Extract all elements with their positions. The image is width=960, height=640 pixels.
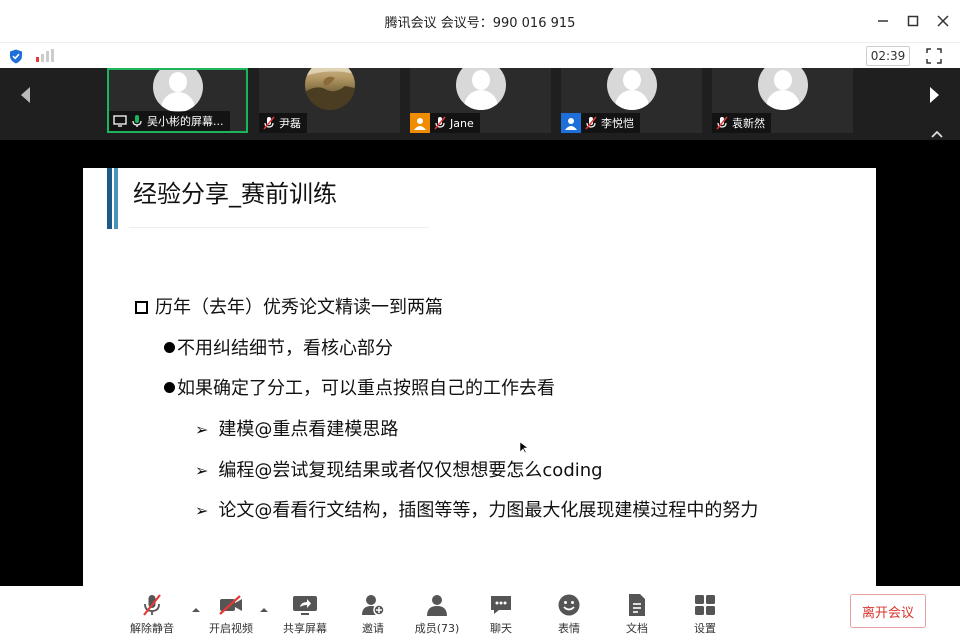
slide-bullet: 不用纠结细节，看核心部分 <box>164 334 393 360</box>
avatar <box>757 68 808 110</box>
fullscreen-icon <box>926 48 942 64</box>
mic-muted-icon <box>434 116 446 130</box>
slide-bullet: 如果确定了分工，可以重点按照自己的工作去看 <box>164 374 555 400</box>
caret-up-icon <box>260 608 268 612</box>
invite-label: 邀请 <box>362 622 384 635</box>
meeting-window: 腾讯会议 会议号：990 016 915 02:39 吴小彬的屏幕... 尹磊 … <box>0 0 960 640</box>
close-button[interactable] <box>934 12 952 30</box>
avatar <box>455 68 506 110</box>
participant-name: 李悦恺 <box>601 117 634 130</box>
slide-bullet: ➢ 编程@尝试复现结果或者仅仅想想要怎么coding <box>195 460 603 481</box>
grid-settings-icon <box>695 595 715 615</box>
members-label: 成员(73) <box>414 622 460 635</box>
meeting-toolbar: 解除静音 开启视频 共享屏幕 邀请 成员(73) 聊天 表情 文档 设置 离开会… <box>0 586 960 640</box>
members-button[interactable]: 成员(73) <box>407 592 467 636</box>
slide-bullet: ➢ 建模@重点看建模思路 <box>195 419 399 440</box>
minimize-button[interactable] <box>874 12 892 30</box>
documents-label: 文档 <box>626 622 648 635</box>
mic-muted-icon <box>716 116 728 130</box>
network-signal-icon[interactable] <box>36 49 54 62</box>
share-screen-button[interactable]: 共享屏幕 <box>275 592 335 636</box>
video-options-caret[interactable] <box>259 600 269 612</box>
slide-bullet: 历年（去年）优秀论文精读一到两篇 <box>135 293 443 319</box>
square-bullet-icon <box>135 301 148 314</box>
settings-button[interactable]: 设置 <box>675 592 735 636</box>
avatar <box>152 70 203 112</box>
shared-slide: 经验分享_赛前训练 历年（去年）优秀论文精读一到两篇 不用纠结细节，看核心部分 … <box>83 168 876 586</box>
chevron-right-icon <box>930 87 939 103</box>
participant-label: 李悦恺 <box>561 113 640 133</box>
avatar <box>606 68 657 110</box>
title-bar: 腾讯会议 会议号：990 016 915 <box>0 0 960 42</box>
share-screen-icon <box>293 596 317 615</box>
participant-tile[interactable]: 吴小彬的屏幕... <box>107 68 248 133</box>
start-video-label: 开启视频 <box>209 622 253 635</box>
reactions-label: 表情 <box>558 622 580 635</box>
participant-tile[interactable]: 尹磊 <box>259 68 400 133</box>
chat-label: 聊天 <box>490 622 512 635</box>
arrow-bullet-icon: ➢ <box>195 501 209 520</box>
document-icon <box>629 594 645 616</box>
mic-muted-icon <box>263 116 275 130</box>
participant-name: 尹磊 <box>279 117 301 130</box>
chat-button[interactable]: 聊天 <box>471 592 531 636</box>
meeting-info-bar: 02:39 <box>0 42 960 68</box>
maximize-icon <box>907 15 919 27</box>
window-title: 腾讯会议 会议号：990 016 915 <box>384 16 576 31</box>
dot-bullet-icon <box>164 342 175 353</box>
participant-label: 吴小彬的屏幕... <box>109 111 230 131</box>
minimize-icon <box>878 20 888 22</box>
strip-prev-button[interactable] <box>10 80 40 110</box>
participant-video-strip: 吴小彬的屏幕... 尹磊 Jane 李悦恺 袁新然 <box>0 68 960 140</box>
arrow-bullet-icon: ➢ <box>195 461 209 480</box>
fullscreen-button[interactable] <box>926 48 942 68</box>
shared-screen-area: 经验分享_赛前训练 历年（去年）优秀论文精读一到两篇 不用纠结细节，看核心部分 … <box>0 140 960 586</box>
start-video-button[interactable]: 开启视频 <box>201 592 261 636</box>
slide-bullet: ➢ 论文@看看行文结构，插图等等，力图最大化展现建模过程中的努力 <box>195 500 759 521</box>
participant-tile[interactable]: Jane <box>410 68 551 133</box>
meeting-timer: 02:39 <box>866 46 910 66</box>
chevron-left-icon <box>21 87 30 103</box>
dot-bullet-icon <box>164 382 175 393</box>
reactions-button[interactable]: 表情 <box>539 592 599 636</box>
user-badge-icon <box>561 113 581 133</box>
participant-name: 吴小彬的屏幕... <box>147 115 224 128</box>
smiley-icon <box>558 594 580 616</box>
invite-user-icon <box>362 595 385 616</box>
participant-label: Jane <box>410 113 480 133</box>
settings-label: 设置 <box>694 622 716 635</box>
close-icon <box>937 15 949 27</box>
leave-meeting-button[interactable]: 离开会议 <box>850 594 926 628</box>
participant-name: 袁新然 <box>732 117 765 130</box>
camera-off-icon <box>219 595 242 615</box>
mic-muted-icon <box>585 116 597 130</box>
maximize-button[interactable] <box>904 12 922 30</box>
screen-share-icon <box>113 115 127 127</box>
avatar <box>304 68 355 110</box>
user-badge-icon <box>410 113 430 133</box>
participant-label: 袁新然 <box>712 113 771 133</box>
share-screen-label: 共享屏幕 <box>283 622 327 635</box>
mic-on-icon <box>132 115 142 127</box>
participant-name: Jane <box>450 116 474 130</box>
invite-button[interactable]: 邀请 <box>343 592 403 636</box>
members-icon <box>427 595 447 616</box>
unmute-label: 解除静音 <box>130 622 174 635</box>
mic-muted-icon <box>143 594 161 616</box>
participant-label: 尹磊 <box>259 113 307 133</box>
strip-next-button[interactable] <box>920 80 950 110</box>
audio-options-caret[interactable] <box>191 600 201 612</box>
participant-tile[interactable]: 李悦恺 <box>561 68 702 133</box>
security-shield-icon[interactable] <box>9 49 23 68</box>
mouse-cursor-icon <box>520 442 528 454</box>
slide-title: 经验分享_赛前训练 <box>133 180 337 208</box>
caret-up-icon <box>192 608 200 612</box>
documents-button[interactable]: 文档 <box>607 592 667 636</box>
unmute-button[interactable]: 解除静音 <box>122 592 182 636</box>
chat-icon <box>491 596 511 614</box>
participant-tile[interactable]: 袁新然 <box>712 68 853 133</box>
arrow-bullet-icon: ➢ <box>195 420 209 439</box>
chevron-up-icon <box>931 130 943 138</box>
